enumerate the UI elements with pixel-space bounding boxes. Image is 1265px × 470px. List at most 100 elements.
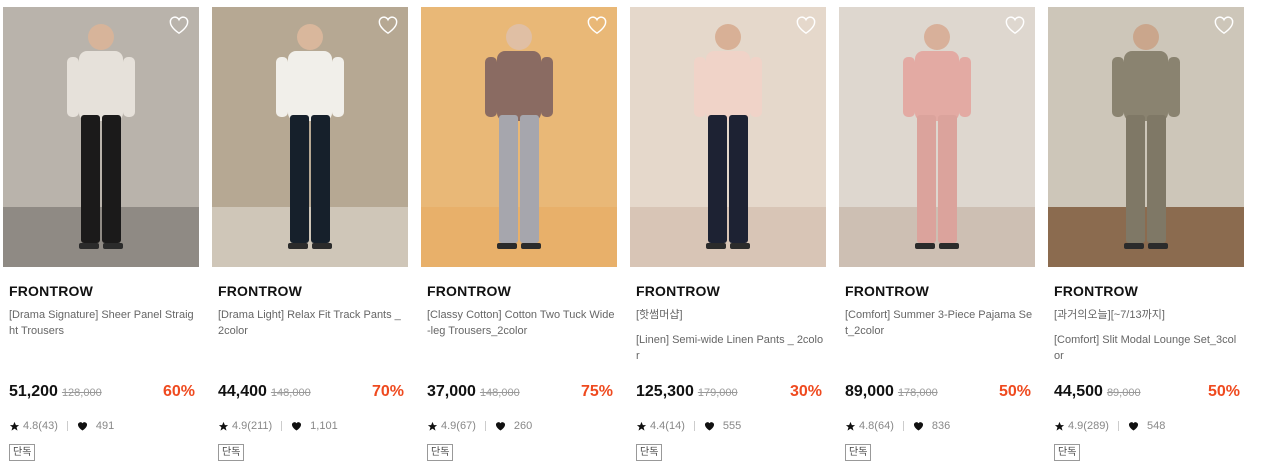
exclusive-badge: 단독 xyxy=(218,444,245,461)
brand-name[interactable]: FRONTROW xyxy=(9,283,93,299)
rating-text: 4.9(67) xyxy=(441,420,476,432)
product-name[interactable]: [과거의오늘][~7/13까지] [Comfort] Slit Modal Lo… xyxy=(1054,307,1242,364)
brand-name[interactable]: FRONTROW xyxy=(1054,283,1138,299)
product-image[interactable] xyxy=(630,7,826,267)
heart-outline-icon xyxy=(169,16,189,35)
product-title[interactable]: [Comfort] Summer 3-Piece Pajama Set_2col… xyxy=(845,309,1032,337)
heart-filled-icon xyxy=(292,422,302,431)
review-meta: 4.9(67) 260 xyxy=(427,419,532,433)
star-icon xyxy=(636,421,647,431)
product-name[interactable]: [Drama Light] Relax Fit Track Pants _2co… xyxy=(218,307,406,339)
product-grid: FRONTROW [Drama Signature] Sheer Panel S… xyxy=(3,7,1265,470)
wishlist-heart-icon[interactable] xyxy=(795,15,817,35)
product-photo xyxy=(3,7,199,267)
divider xyxy=(281,421,283,431)
product-photo xyxy=(1048,7,1244,267)
original-price: 89,000 xyxy=(1106,387,1141,399)
exclusive-badge: 단독 xyxy=(427,444,454,461)
rating-text: 4.4(14) xyxy=(650,420,685,432)
product-card[interactable]: FRONTROW [Classy Cotton] Cotton Two Tuck… xyxy=(421,7,617,470)
review-meta: 4.9(289) 548 xyxy=(1054,419,1165,433)
divider xyxy=(902,421,904,431)
product-title[interactable]: [Drama Signature] Sheer Panel Straight T… xyxy=(9,309,194,337)
sale-price: 125,300 179,000 xyxy=(636,383,738,401)
star-icon xyxy=(9,421,20,431)
heart-filled-icon xyxy=(77,422,87,431)
exclusive-badge: 단독 xyxy=(9,444,36,461)
heart-outline-icon xyxy=(587,16,607,35)
product-card[interactable]: FRONTROW [Drama Signature] Sheer Panel S… xyxy=(3,7,199,470)
discount-rate: 50% xyxy=(998,383,1031,400)
like-count: 1,101 xyxy=(310,420,338,432)
brand-name[interactable]: FRONTROW xyxy=(218,283,302,299)
price-row: 89,000 178,000 50% xyxy=(845,383,1031,403)
heart-outline-icon xyxy=(1214,16,1234,35)
product-image[interactable] xyxy=(3,7,199,267)
review-meta: 4.8(64) 836 xyxy=(845,419,950,433)
like-count: 260 xyxy=(513,420,533,432)
review-meta: 4.9(211) 1,101 xyxy=(218,419,338,433)
product-name[interactable]: [Drama Signature] Sheer Panel Straight T… xyxy=(9,307,197,339)
product-name[interactable]: [Classy Cotton] Cotton Two Tuck Wide-leg… xyxy=(427,307,615,339)
original-price: 148,000 xyxy=(479,387,520,399)
product-image[interactable] xyxy=(421,7,617,267)
brand-name[interactable]: FRONTROW xyxy=(427,283,511,299)
exclusive-badge: 단독 xyxy=(845,444,872,461)
wishlist-heart-icon[interactable] xyxy=(1004,15,1026,35)
sale-price: 37,000 148,000 xyxy=(427,383,520,401)
wishlist-heart-icon[interactable] xyxy=(168,15,190,35)
heart-filled-icon xyxy=(1128,422,1139,431)
like-count: 836 xyxy=(931,420,951,432)
product-photo xyxy=(630,7,826,267)
exclusive-badge: 단독 xyxy=(636,444,663,461)
discount-rate: 50% xyxy=(1207,383,1240,400)
rating-text: 4.8(64) xyxy=(859,420,894,432)
wishlist-heart-icon[interactable] xyxy=(377,15,399,35)
divider xyxy=(66,421,68,431)
product-name[interactable]: [Comfort] Summer 3-Piece Pajama Set_2col… xyxy=(845,307,1033,339)
brand-name[interactable]: FRONTROW xyxy=(845,283,929,299)
product-card[interactable]: FRONTROW [과거의오늘][~7/13까지] [Comfort] Slit… xyxy=(1048,7,1244,470)
product-card[interactable]: FRONTROW [Comfort] Summer 3-Piece Pajama… xyxy=(839,7,1035,470)
product-title[interactable]: [Drama Light] Relax Fit Track Pants _2co… xyxy=(218,309,401,337)
product-image[interactable] xyxy=(839,7,1035,267)
discount-rate: 70% xyxy=(371,383,404,400)
original-price: 148,000 xyxy=(270,387,311,399)
product-image[interactable] xyxy=(1048,7,1244,267)
heart-outline-icon xyxy=(796,16,816,35)
original-price: 179,000 xyxy=(697,387,738,399)
brand-name[interactable]: FRONTROW xyxy=(636,283,720,299)
product-card[interactable]: FRONTROW [핫썸머샵] [Linen] Semi-wide Linen … xyxy=(630,7,826,470)
product-photo xyxy=(421,7,617,267)
product-title[interactable]: [Comfort] Slit Modal Lounge Set_3color xyxy=(1054,334,1236,362)
discount-rate: 75% xyxy=(580,383,613,400)
sale-price: 44,500 89,000 xyxy=(1054,383,1141,401)
product-photo xyxy=(212,7,408,267)
product-title[interactable]: [Classy Cotton] Cotton Two Tuck Wide-leg… xyxy=(427,309,614,337)
like-count: 555 xyxy=(722,420,742,432)
product-title[interactable]: [Linen] Semi-wide Linen Pants _ 2color xyxy=(636,334,823,362)
sale-price: 89,000 178,000 xyxy=(845,383,938,401)
wishlist-heart-icon[interactable] xyxy=(586,15,608,35)
product-name[interactable]: [핫썸머샵] [Linen] Semi-wide Linen Pants _ 2… xyxy=(636,307,824,364)
divider xyxy=(693,421,695,431)
review-meta: 4.4(14) 555 xyxy=(636,419,741,433)
rating-text: 4.9(211) xyxy=(232,420,273,432)
sale-price: 44,400 148,000 xyxy=(218,383,311,401)
star-icon xyxy=(845,421,856,431)
heart-outline-icon xyxy=(378,16,398,35)
sale-price-value: 44,400 xyxy=(218,383,267,400)
sale-price-value: 51,200 xyxy=(9,383,58,400)
rating-text: 4.8(43) xyxy=(23,420,58,432)
star-icon xyxy=(218,421,229,431)
product-card[interactable]: FRONTROW [Drama Light] Relax Fit Track P… xyxy=(212,7,408,470)
product-image[interactable] xyxy=(212,7,408,267)
heart-outline-icon xyxy=(1005,16,1025,35)
like-count: 548 xyxy=(1146,420,1166,432)
original-price: 128,000 xyxy=(61,387,102,399)
original-price: 178,000 xyxy=(897,387,938,399)
product-photo xyxy=(839,7,1035,267)
wishlist-heart-icon[interactable] xyxy=(1213,15,1235,35)
divider xyxy=(484,421,486,431)
heart-filled-icon xyxy=(913,422,923,431)
